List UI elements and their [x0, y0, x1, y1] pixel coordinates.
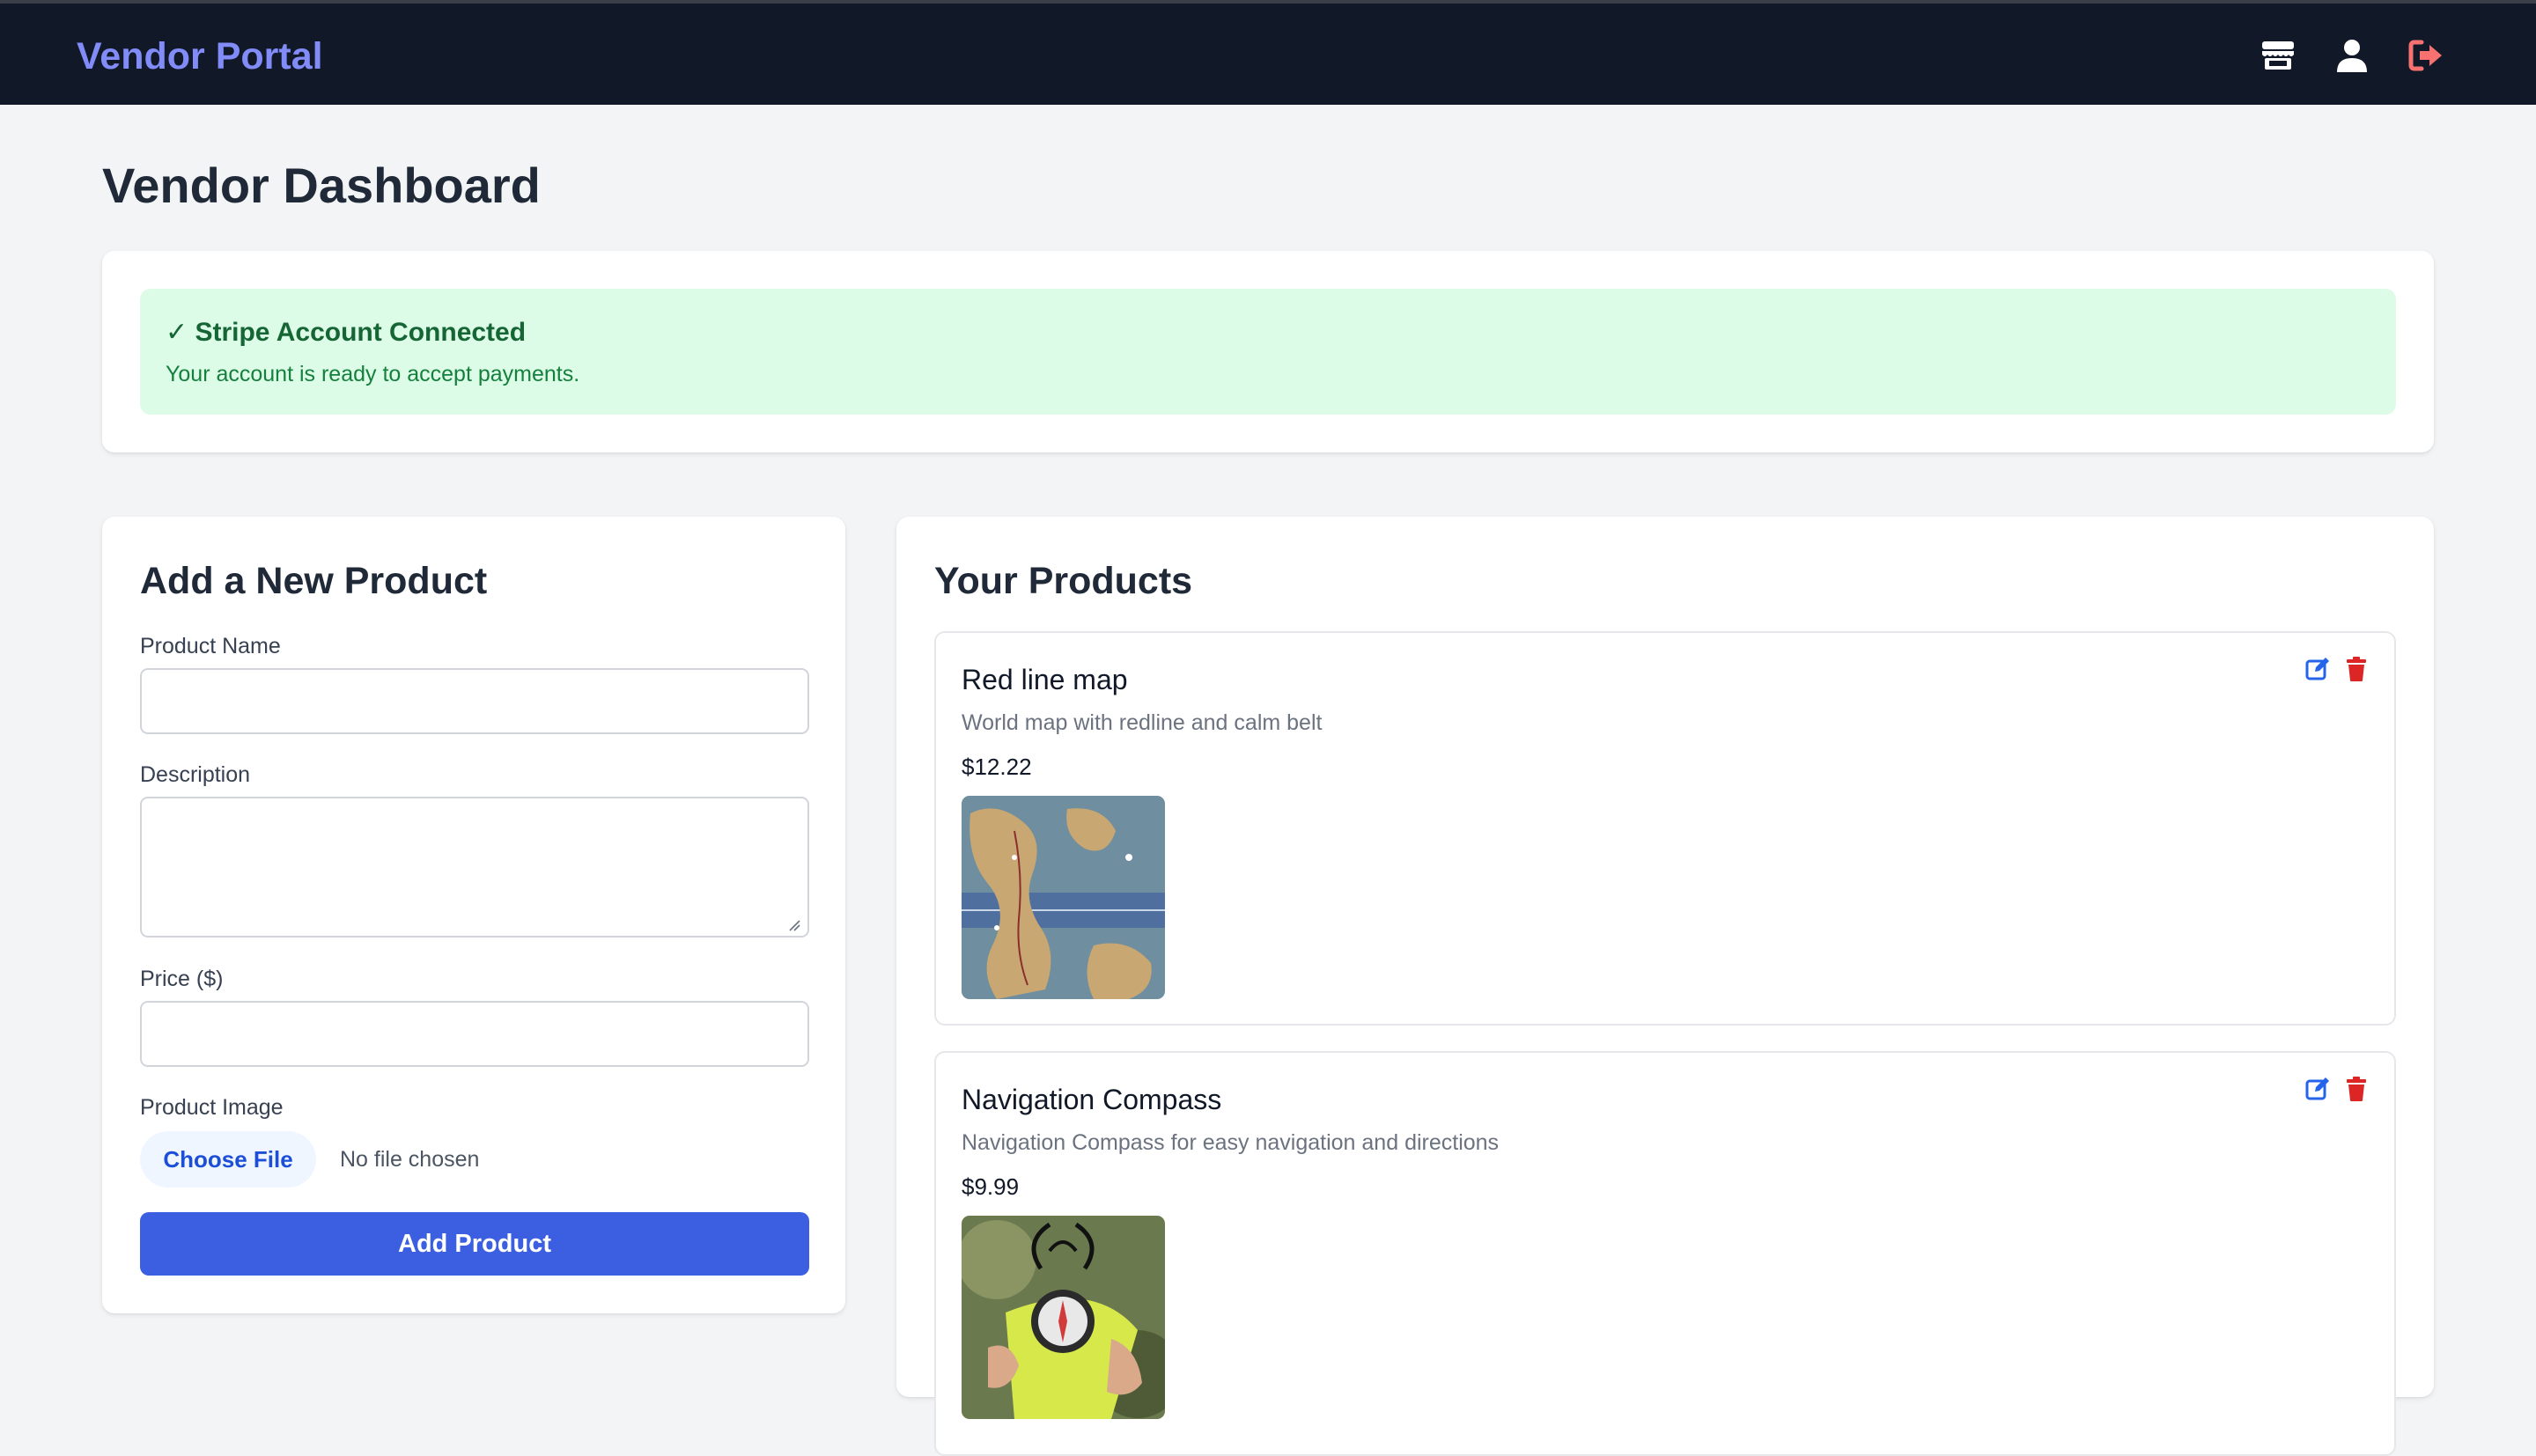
file-status-text: No file chosen [340, 1147, 480, 1172]
price-input[interactable] [140, 1001, 809, 1067]
product-description: World map with redline and calm belt [962, 710, 1323, 735]
nav-icon-group [2260, 37, 2444, 74]
product-name: Red line map [962, 664, 1128, 695]
compass-thumbnail [962, 1216, 1165, 1419]
your-products-heading: Your Products [934, 560, 1193, 602]
description-label: Description [140, 762, 251, 787]
product-actions [2304, 1076, 2370, 1102]
sign-out-icon[interactable] [2407, 37, 2444, 74]
edit-icon[interactable] [2304, 1076, 2331, 1102]
description-textarea[interactable] [140, 797, 809, 938]
product-description: Navigation Compass for easy navigation a… [962, 1130, 1500, 1155]
brand-logo[interactable]: Vendor Portal [77, 35, 323, 78]
product-item: Navigation Compass Navigation Compass fo… [934, 1051, 2396, 1456]
store-icon[interactable] [2260, 37, 2296, 74]
resize-handle-icon[interactable] [788, 919, 800, 931]
product-image-label: Product Image [140, 1095, 284, 1120]
top-nav-bar: Vendor Portal [0, 0, 2536, 105]
product-price: $12.22 [962, 754, 1032, 780]
product-name: Navigation Compass [962, 1084, 1222, 1115]
product-price: $9.99 [962, 1173, 1020, 1200]
product-name-input[interactable] [140, 668, 809, 734]
stripe-status-title: ✓ Stripe Account Connected [166, 318, 527, 347]
product-actions [2304, 656, 2370, 682]
product-name-label: Product Name [140, 634, 281, 658]
add-product-card: Add a New Product Product Name Descripti… [102, 517, 845, 1313]
page-title: Vendor Dashboard [102, 158, 541, 213]
map-thumbnail [962, 796, 1165, 999]
trash-icon[interactable] [2343, 1076, 2370, 1102]
your-products-card: Your Products Red line map World map wit… [896, 517, 2434, 1456]
add-product-button[interactable]: Add Product [140, 1212, 809, 1276]
trash-icon[interactable] [2343, 656, 2370, 682]
add-product-heading: Add a New Product [140, 560, 488, 602]
stripe-status-message: Your account is ready to accept payments… [166, 362, 580, 386]
stripe-status-card: ✓ Stripe Account Connected Your account … [102, 251, 2434, 452]
choose-file-button[interactable]: Choose File [140, 1131, 316, 1188]
stripe-success-alert: ✓ Stripe Account Connected Your account … [140, 289, 2396, 415]
user-icon[interactable] [2333, 37, 2370, 74]
edit-icon[interactable] [2304, 656, 2331, 682]
price-label: Price ($) [140, 967, 224, 991]
product-item: Red line map World map with redline and … [934, 631, 2396, 1026]
